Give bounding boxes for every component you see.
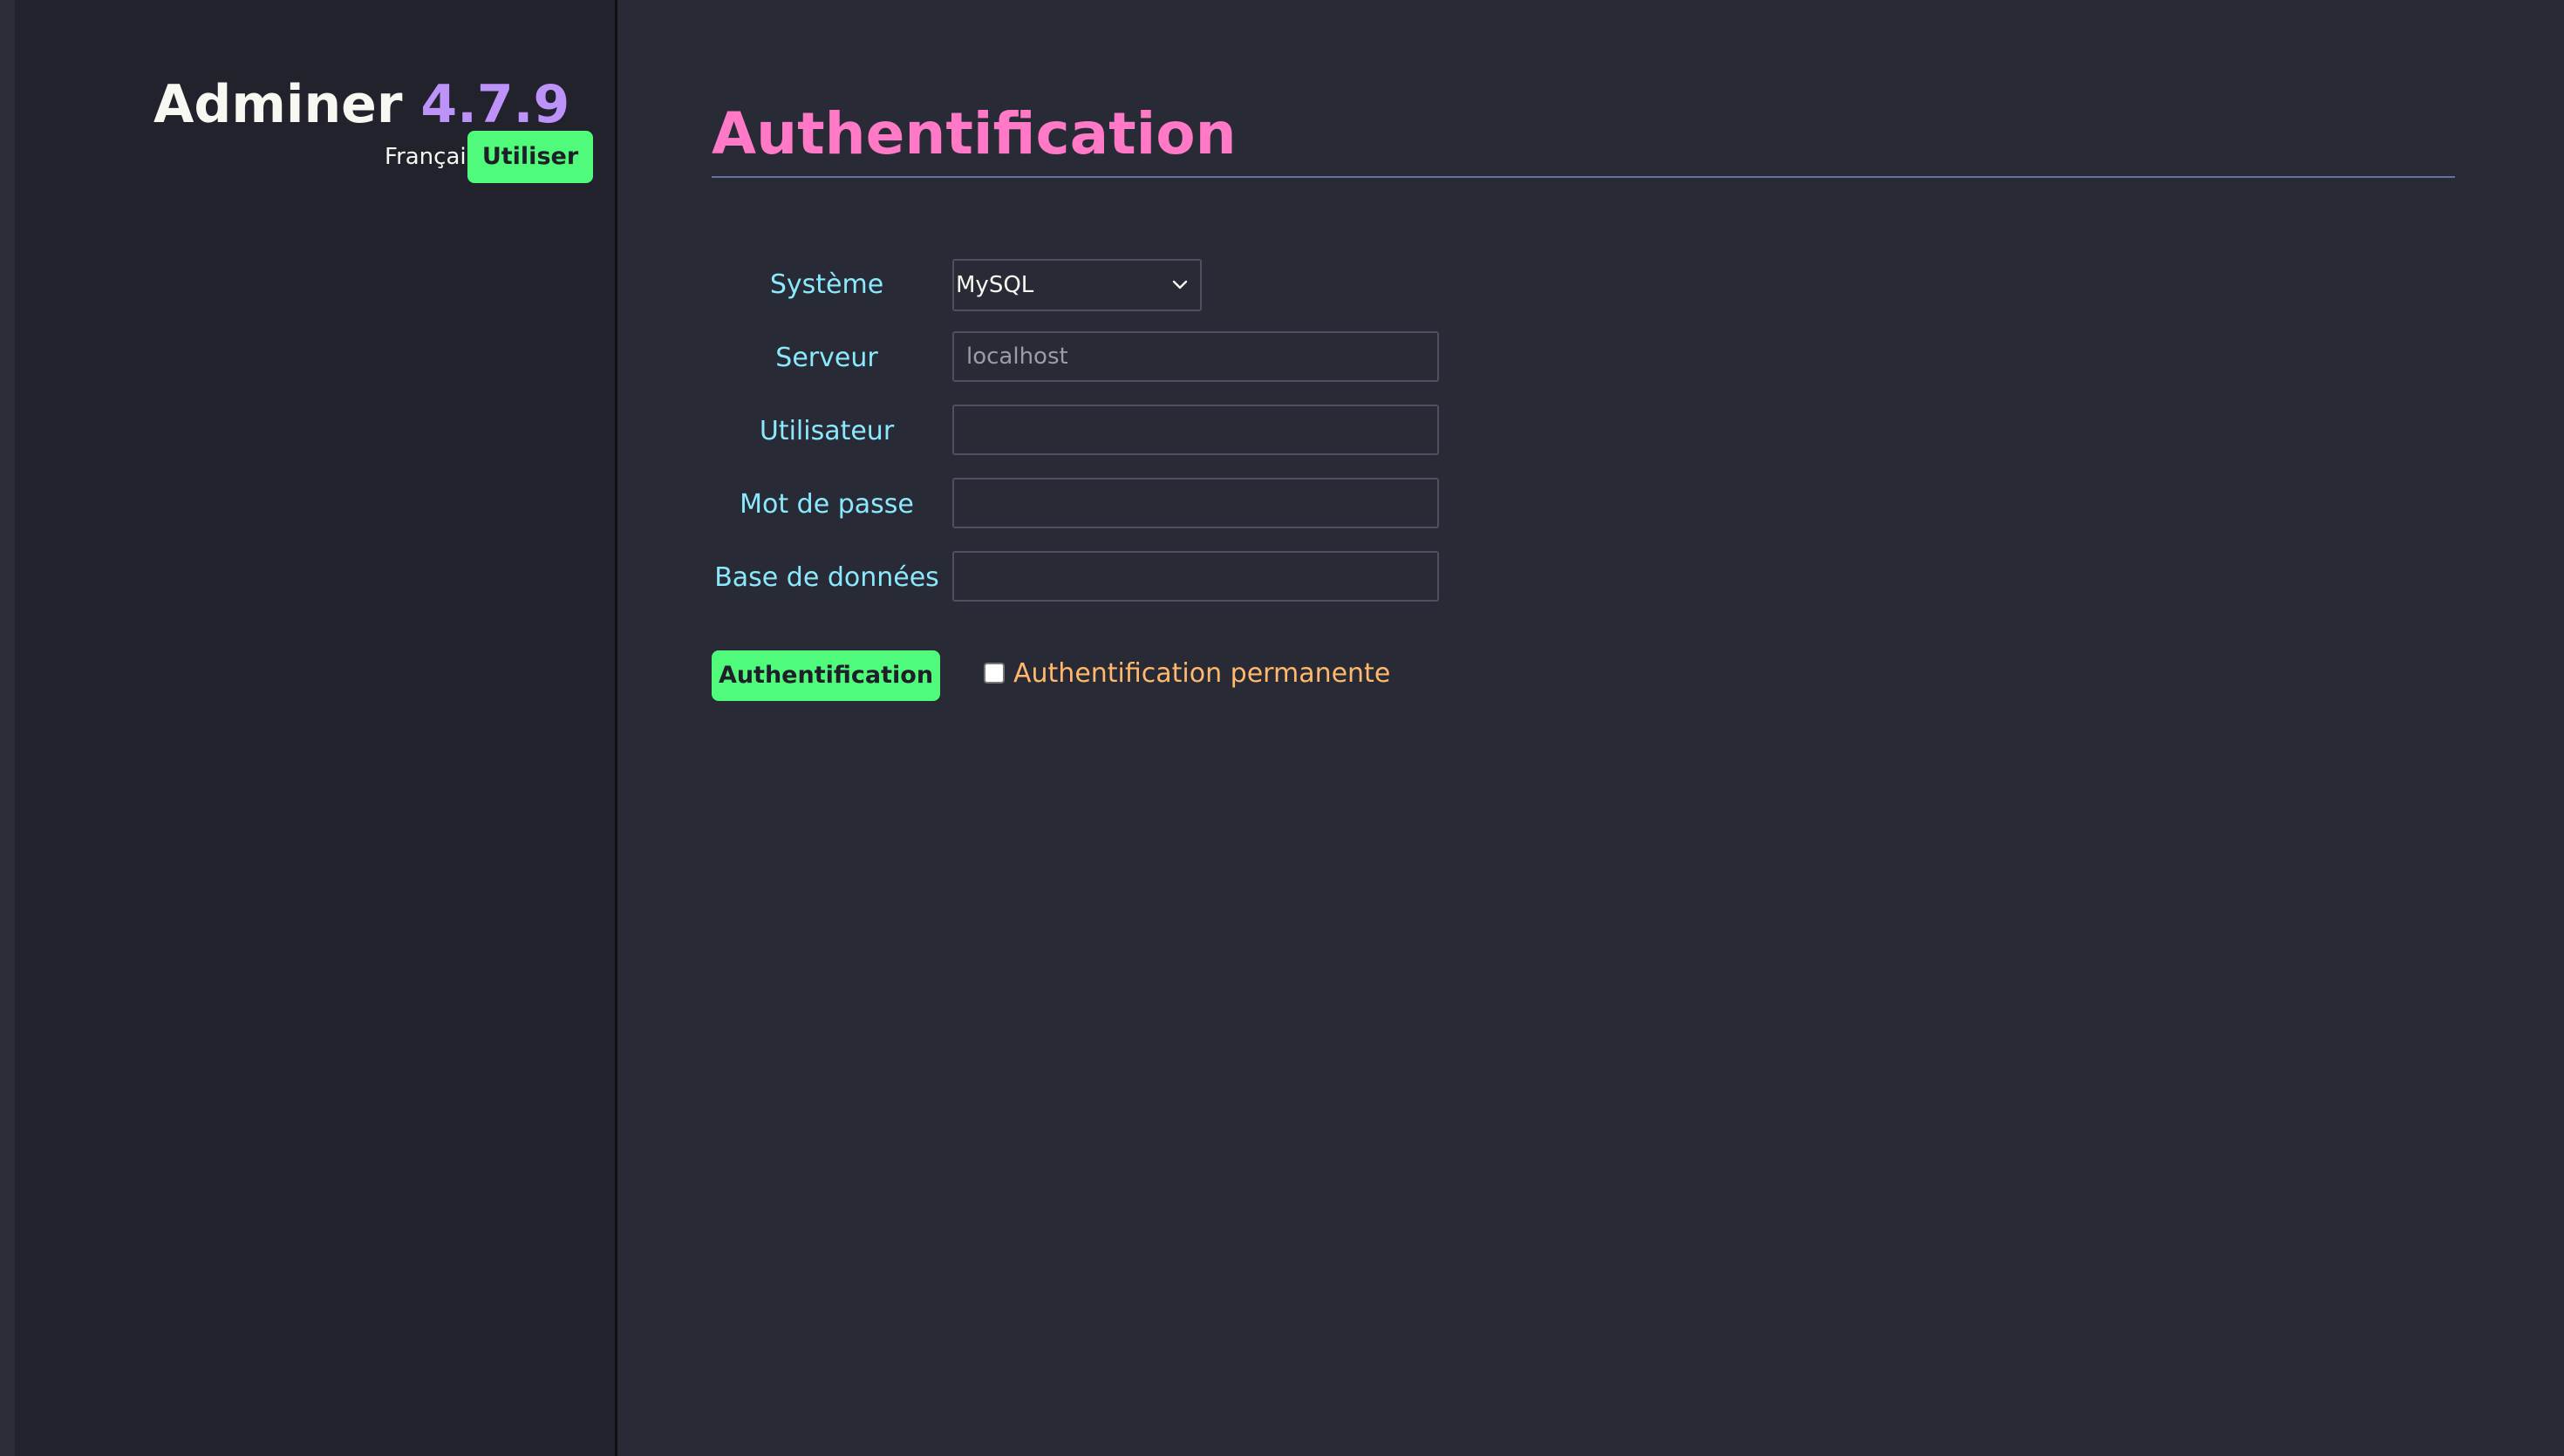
permanent-login-label[interactable]: Authentification permanente xyxy=(1013,657,1390,691)
window-edge xyxy=(0,0,15,1456)
sidebar-border xyxy=(615,0,617,1456)
password-input[interactable] xyxy=(952,478,1439,528)
system-label: Système xyxy=(769,269,884,300)
sidebar xyxy=(15,0,615,1456)
chevron-down-icon xyxy=(1172,280,1188,289)
page-title: Authentification xyxy=(712,100,1237,167)
permanent-login-checkbox[interactable] xyxy=(984,663,1005,684)
brand-name[interactable]: Adminer xyxy=(153,74,402,135)
brand-version[interactable]: 4.7.9 xyxy=(420,74,569,135)
username-label: Utilisateur xyxy=(759,416,895,446)
login-button[interactable]: Authentification xyxy=(712,650,940,701)
use-language-button[interactable]: Utiliser xyxy=(467,131,593,183)
database-input[interactable] xyxy=(952,551,1439,602)
server-input[interactable] xyxy=(952,331,1439,382)
system-select-value: MySQL xyxy=(956,272,1034,298)
language-label[interactable]: Français xyxy=(385,142,478,172)
title-divider xyxy=(712,176,2455,178)
server-label: Serveur xyxy=(775,343,878,373)
username-input[interactable] xyxy=(952,405,1439,455)
password-label: Mot de passe xyxy=(740,489,914,520)
database-label: Base de données xyxy=(714,562,939,593)
system-select[interactable]: MySQL xyxy=(952,259,1202,311)
